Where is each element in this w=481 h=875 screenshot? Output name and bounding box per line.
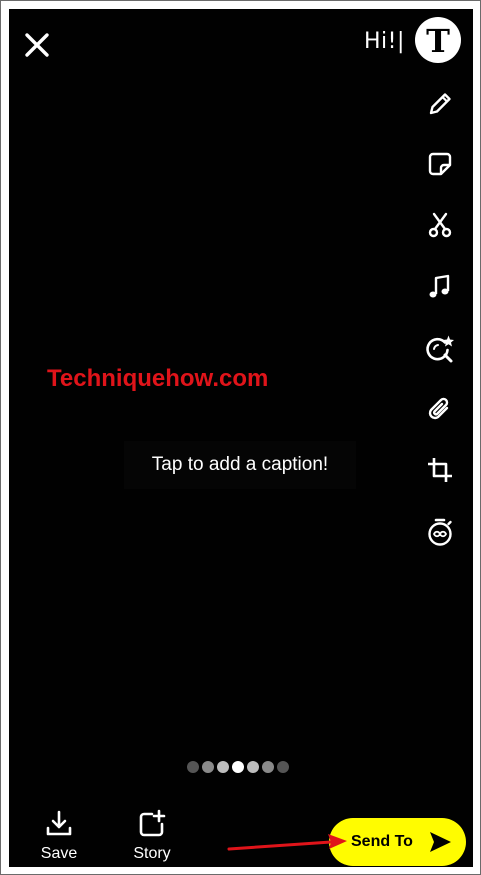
text-tool-icon: T [426, 22, 450, 60]
screenshot-frame: Hi!| T Techniquehow.com Tap to add a cap… [0, 0, 481, 875]
page-dot[interactable] [277, 761, 289, 773]
close-button[interactable] [23, 31, 51, 59]
story-label: Story [133, 845, 171, 862]
page-dot[interactable] [217, 761, 229, 773]
crop-icon [428, 458, 452, 482]
send-to-button[interactable]: Send To [329, 818, 466, 866]
sticker-tool-button[interactable] [423, 147, 457, 181]
snap-editor-screen: Hi!| T Techniquehow.com Tap to add a cap… [9, 9, 473, 867]
scissors-icon [428, 212, 452, 238]
send-to-label: Send To [351, 833, 413, 850]
caption-input[interactable]: Tap to add a caption! [124, 441, 356, 489]
save-button[interactable]: Save [29, 809, 89, 863]
music-tool-button[interactable] [423, 270, 457, 304]
draw-tool-button[interactable] [423, 87, 457, 121]
text-tool-button[interactable]: T [415, 17, 461, 63]
watermark-text: Techniquehow.com [47, 365, 269, 392]
overlay-text[interactable]: Hi!| [364, 29, 405, 54]
sticker-icon [428, 152, 452, 176]
scissors-tool-button[interactable] [423, 208, 457, 242]
timer-tool-button[interactable] [423, 515, 457, 549]
lens-search-icon [426, 335, 454, 363]
page-dot[interactable] [202, 761, 214, 773]
page-dot-active[interactable] [232, 761, 244, 773]
pencil-icon [429, 93, 451, 115]
page-dot[interactable] [247, 761, 259, 773]
caption-placeholder: Tap to add a caption! [151, 454, 329, 475]
lens-tool-button[interactable] [423, 332, 457, 366]
download-icon [46, 810, 72, 836]
timer-icon [428, 518, 452, 546]
music-icon [429, 274, 450, 298]
story-button[interactable]: Story [122, 809, 182, 863]
save-label: Save [40, 845, 78, 862]
attachment-tool-button[interactable] [423, 393, 457, 427]
paperclip-icon [428, 397, 449, 420]
page-dot[interactable] [262, 761, 274, 773]
page-indicator [187, 761, 289, 773]
add-story-icon [139, 809, 166, 837]
page-dot[interactable] [187, 761, 199, 773]
close-icon [25, 33, 49, 57]
crop-tool-button[interactable] [423, 453, 457, 487]
send-arrow-icon [430, 832, 451, 852]
